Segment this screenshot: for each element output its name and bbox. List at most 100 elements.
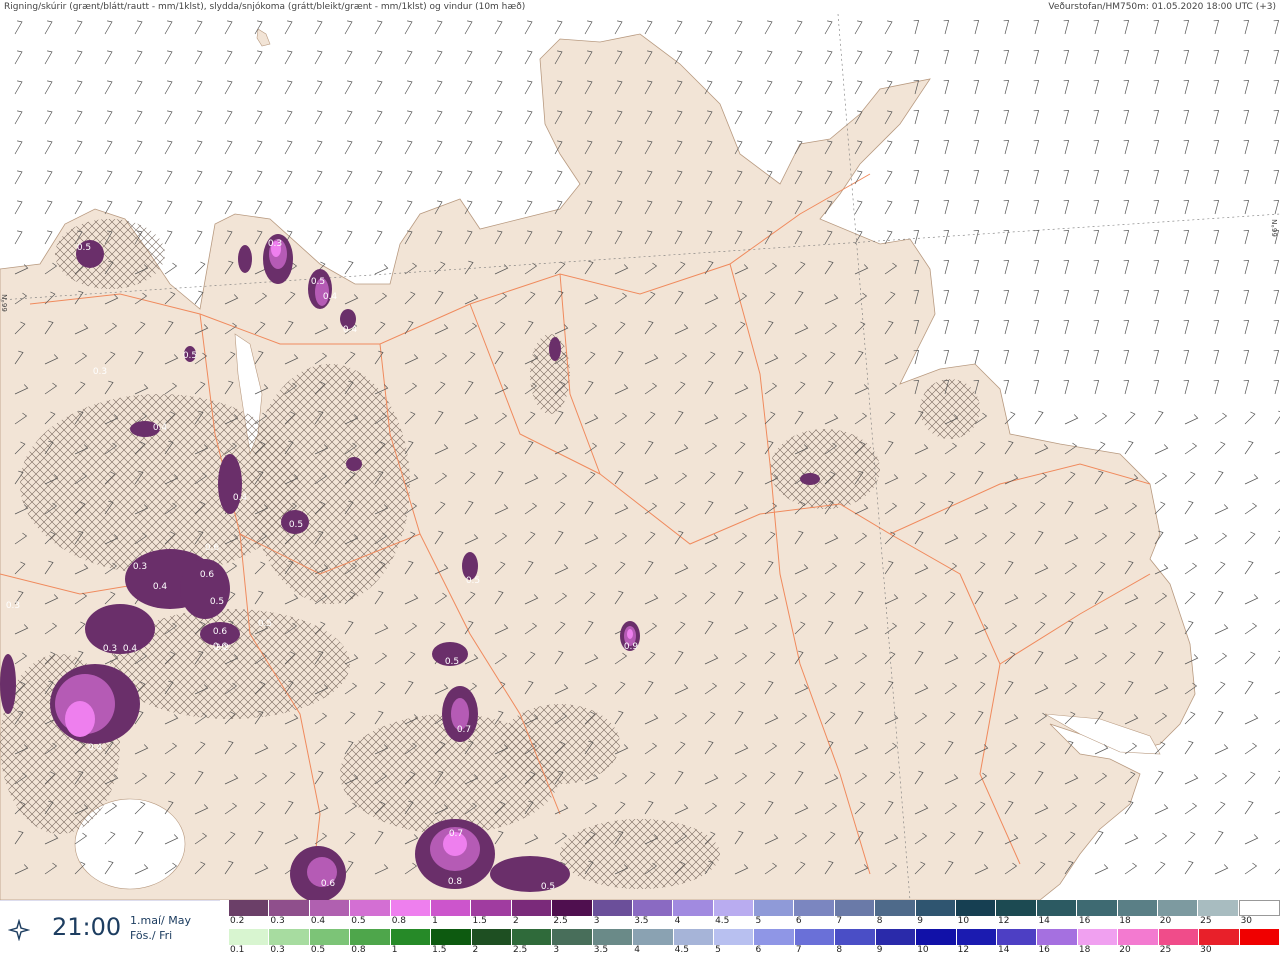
- precip-value-label: 0.5: [210, 597, 224, 607]
- time-display: 21:00 1.maí/ May Fös./ Fri: [0, 900, 220, 959]
- legend-snow-label: 20: [1159, 916, 1172, 926]
- legend-snow-swatch: [1157, 900, 1199, 916]
- model-run-info: Veðurstofan/HM750m: 01.05.2020 18:00 UTC…: [1048, 2, 1276, 12]
- legend-snow-label: 3: [593, 916, 600, 926]
- legend-snow-swatch: [673, 900, 714, 916]
- legend-rain-swatch: [1239, 929, 1280, 945]
- legend-rain-label: 4: [634, 945, 640, 955]
- precip-value-label: 0.8: [448, 877, 463, 887]
- legend-snow-label: 0.5: [351, 916, 366, 926]
- legend-snow-label: 1.5: [472, 916, 487, 926]
- legend-rain-swatch: [269, 929, 310, 945]
- precip-value-label: 0.6: [205, 543, 220, 553]
- legend-rain-label: 8: [836, 945, 843, 955]
- legend-rain-swatch: [431, 929, 472, 945]
- precip-value-label: 0.7: [457, 725, 471, 735]
- legend-rain-swatch: [714, 929, 755, 945]
- legend-snow-swatch: [794, 900, 835, 916]
- legend-rain-label: 0.1: [230, 945, 245, 955]
- precip-value-label: 0.5: [183, 351, 197, 361]
- map-header: Rigning/skúrir (grænt/blátt/rautt - mm/1…: [0, 0, 1280, 14]
- precip-value-label: 0.5: [466, 576, 480, 586]
- forecast-weekday: Fös./ Fri: [130, 929, 173, 942]
- legend-rain-swatch: [552, 929, 593, 945]
- precip-value-label: 0.4: [323, 292, 338, 302]
- legend-snow-swatch: [471, 900, 512, 916]
- precip-value-label: 0.6: [213, 627, 228, 637]
- legend-snow-swatch: [632, 900, 674, 916]
- legend-rain-swatch: [754, 929, 795, 945]
- legend-snow-swatch: [1077, 900, 1118, 916]
- legend-rain-swatch: [794, 929, 836, 945]
- legend-rain-swatch: [350, 929, 391, 945]
- legend-rain-swatch: [471, 929, 512, 945]
- precip-value-label: 0.4: [233, 493, 248, 503]
- legend-snow-label: 7: [836, 916, 843, 926]
- legend-snow-swatch: [1238, 900, 1280, 916]
- legend-snow-swatch: [996, 900, 1037, 916]
- legend-snow-label: 3.5: [634, 916, 649, 926]
- legend-rain-label: 6: [755, 945, 762, 955]
- legend-rain-swatch: [673, 929, 715, 945]
- legend-snow-label: 2.5: [553, 916, 568, 926]
- legend-rain-swatch: [956, 929, 998, 945]
- precip-value-label: 0.3: [93, 367, 107, 377]
- legend-rain-swatch: [592, 929, 634, 945]
- animation-control-icon[interactable]: [8, 919, 30, 941]
- legend-snow-label: 30: [1240, 916, 1253, 926]
- legend-snow-label: 0.3: [270, 916, 285, 926]
- legend-rain-label: 0.3: [270, 945, 285, 955]
- precip-value-label: 0.4: [123, 644, 138, 654]
- legend-snow-swatch: [754, 900, 795, 916]
- precip-value-label: 0.6: [321, 879, 336, 889]
- legend-snow-label: 0.8: [391, 916, 407, 926]
- legend-rain-swatch: [1199, 929, 1240, 945]
- legend-snow-label: 2: [512, 916, 519, 926]
- legend-snow-label: 8: [876, 916, 883, 926]
- precip-value-label: 0.3: [133, 562, 147, 572]
- legend-snow-swatch: [915, 900, 957, 916]
- precip-value-label: 0.6: [200, 570, 215, 580]
- legend-snow-label: 0.4: [310, 916, 326, 926]
- legend-rain-swatch: [916, 929, 957, 945]
- legend-snow-label: 5: [755, 916, 762, 926]
- legend-rain-swatch: [390, 929, 432, 945]
- legend-rain-swatch: [511, 929, 553, 945]
- legend-snow-swatch: [350, 900, 391, 916]
- footer: 21:00 1.maí/ May Fös./ Fri 0.2 0.3 0.4 0.5 0…: [0, 900, 1280, 959]
- legend-rain-label: 25: [1159, 945, 1172, 955]
- legend-rain-label: 2: [472, 945, 479, 955]
- precip-value-label: 0.9: [624, 642, 639, 652]
- legend-rain-label: 0.8: [351, 945, 366, 955]
- legend-rain-label: 1.5: [432, 945, 447, 955]
- precip-value-label: 0.5: [445, 657, 459, 667]
- legend-rain-label: 18: [1078, 945, 1091, 955]
- precip-value-label: 0.4: [153, 423, 168, 433]
- legend-snow-swatch: [1117, 900, 1158, 916]
- precip-value-label: 0.5: [289, 520, 303, 530]
- precip-value-label: 0.5: [311, 277, 325, 287]
- legend-snow-swatch: [1198, 900, 1239, 916]
- legend-rain-label: 5: [715, 945, 721, 955]
- legend-rain-label: 4.5: [674, 945, 689, 955]
- legend-rain-swatch: [997, 929, 1038, 945]
- legend-rain-swatch: [875, 929, 917, 945]
- precip-value-label: 0.5: [77, 243, 91, 253]
- weather-map[interactable]: 0.5 0.3 0.5 0.4 0.4 0.5 0.4 0.3 0.4 0.5 0.6 0.3 0.4 0…: [0, 13, 1280, 902]
- precip-value-label: 0.3: [6, 601, 20, 611]
- legend-snow-swatch: [713, 900, 755, 916]
- legend-snow-swatch: [390, 900, 431, 916]
- legend-snow-swatch: [592, 900, 633, 916]
- precip-value-label: 0.4: [153, 582, 168, 592]
- legend-snow-label: 16: [1078, 916, 1091, 926]
- legend-snow-label: 14: [1038, 916, 1050, 926]
- legend-snow-swatch: [875, 900, 916, 916]
- lat-label-left: 66°N: [0, 294, 9, 312]
- legend-snow-label: 6: [795, 916, 802, 926]
- legend-rain-swatch: [1077, 929, 1119, 945]
- legend-snow-swatch: [552, 900, 593, 916]
- legend-rain-label: 30: [1200, 945, 1212, 955]
- forecast-date: 1.maí/ May: [130, 914, 191, 927]
- legend-snow-label: 10: [957, 916, 970, 926]
- precip-value-label: 0.4: [343, 325, 358, 335]
